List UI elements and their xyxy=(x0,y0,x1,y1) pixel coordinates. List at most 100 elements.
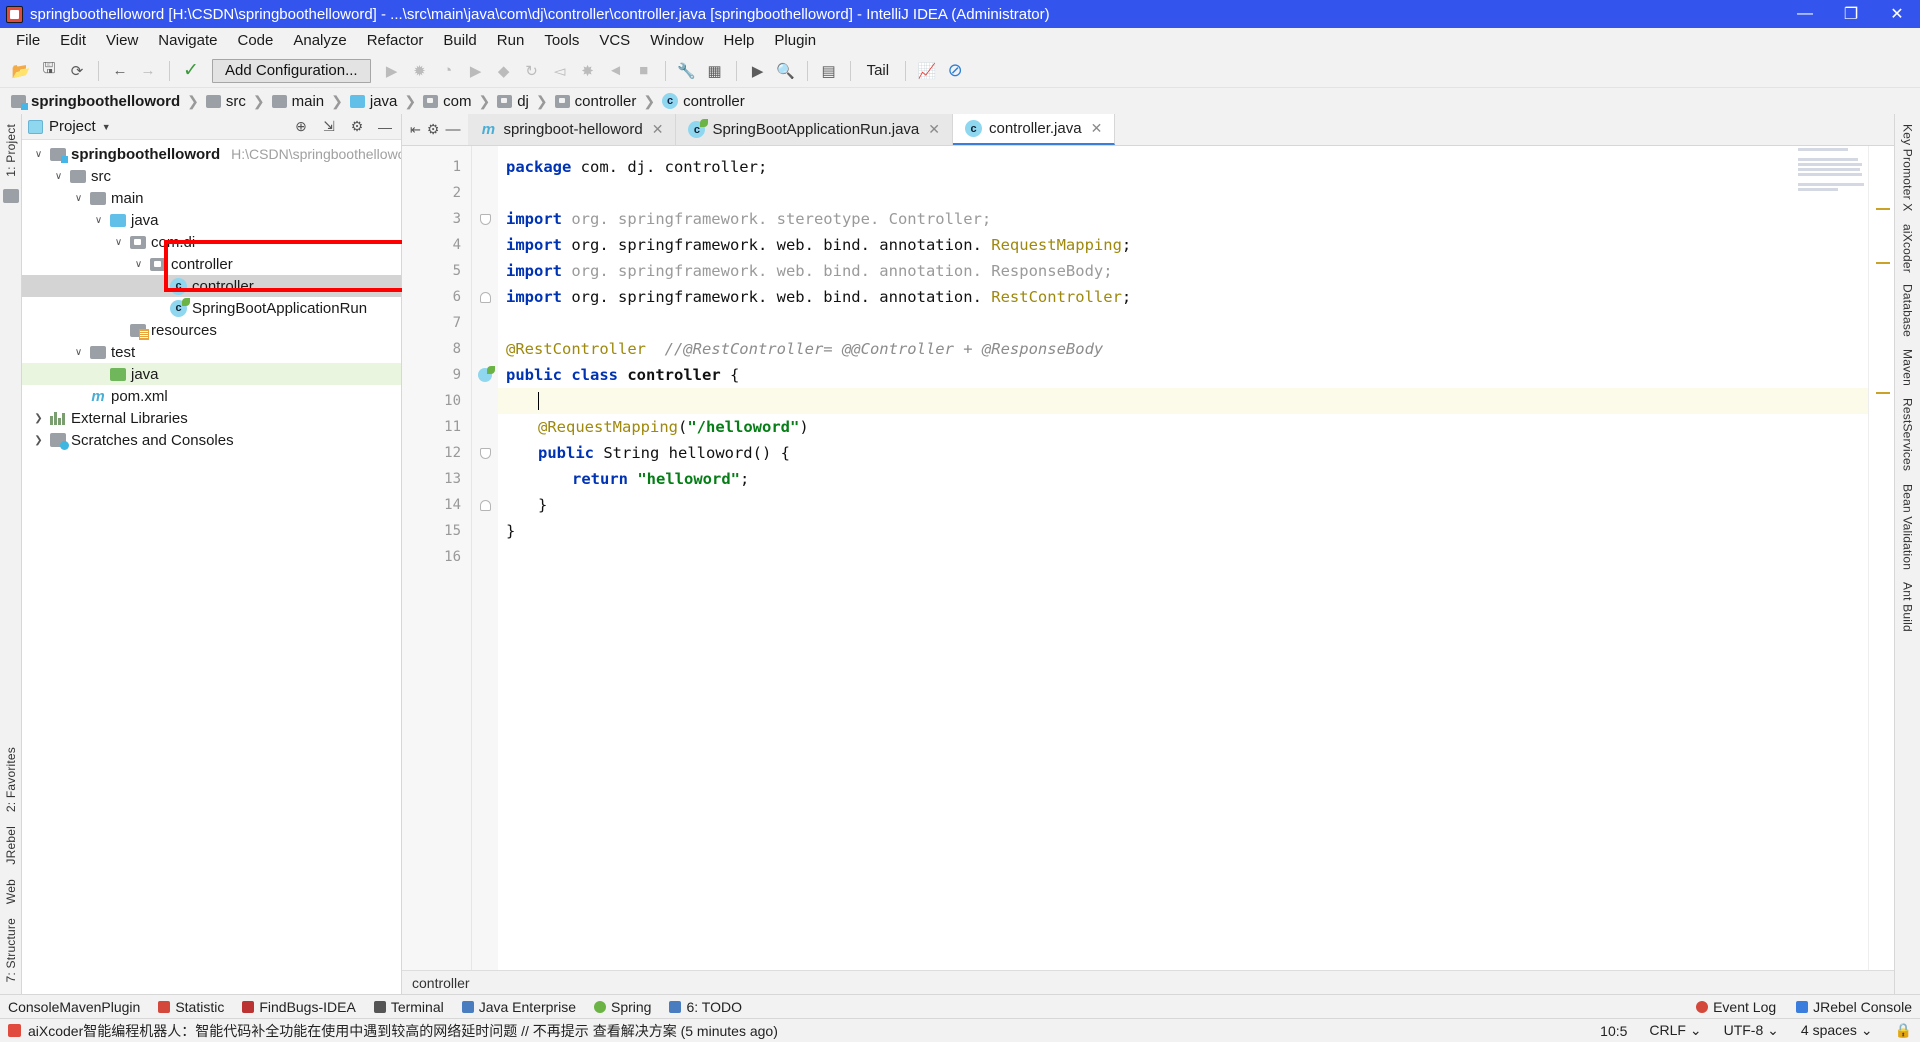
collapse-all-icon[interactable]: ⇲ xyxy=(319,117,339,137)
chevron-right-icon[interactable]: ❯ xyxy=(32,413,45,424)
stop-icon[interactable]: ■ xyxy=(631,58,657,84)
coverage-icon[interactable]: ◔ xyxy=(435,58,461,84)
tab-controller-java[interactable]: c controller.java ✕ xyxy=(953,114,1116,145)
sidebar-tab-key-promoter[interactable]: Key Promoter X xyxy=(1901,118,1915,218)
menu-refactor[interactable]: Refactor xyxy=(357,30,434,51)
chevron-down-icon[interactable]: ∨ xyxy=(52,171,65,182)
tree-node-controller-package[interactable]: ∨ controller xyxy=(22,253,401,275)
fold-icon[interactable] xyxy=(479,291,491,303)
status-message-group[interactable]: aiXcoder智能编程机器人：智能代码补全功能在使用中遇到较高的网络延时问题 … xyxy=(8,1021,778,1041)
breadcrumb-item-controller-class[interactable]: c controller xyxy=(659,93,748,110)
sidebar-tab-web[interactable]: Web xyxy=(4,873,18,910)
menu-build[interactable]: Build xyxy=(433,30,486,51)
menu-tools[interactable]: Tools xyxy=(534,30,589,51)
tree-node-module[interactable]: ∨ springboothelloword H:\CSDN\springboot… xyxy=(22,143,401,165)
open-folder-icon[interactable]: 📂 xyxy=(8,58,34,84)
run-icon[interactable]: ▶ xyxy=(379,58,405,84)
marker[interactable] xyxy=(1876,262,1890,264)
sidebar-tab-project[interactable]: 1: Project xyxy=(4,118,18,183)
build-icon[interactable]: ✓ xyxy=(178,58,204,84)
fold-icon[interactable] xyxy=(479,213,491,225)
breadcrumb-item-module[interactable]: springboothelloword xyxy=(8,93,183,110)
sidebar-tab-favorites[interactable]: 2: Favorites xyxy=(4,741,18,818)
close-icon[interactable]: ✕ xyxy=(928,121,940,138)
chevron-down-icon[interactable]: ∨ xyxy=(72,193,85,204)
tool-window-spring[interactable]: Spring xyxy=(594,999,651,1015)
block-icon[interactable]: ⊘ xyxy=(942,58,968,84)
terminal-icon[interactable]: ▶ xyxy=(745,58,771,84)
close-icon[interactable]: ✕ xyxy=(652,121,664,138)
tree-node-pom-xml[interactable]: ∨ m pom.xml xyxy=(22,385,401,407)
tool-window-todo[interactable]: 6: TODO xyxy=(669,999,742,1015)
locate-icon[interactable]: ⊕ xyxy=(291,117,311,137)
tree-node-test-java[interactable]: ∨ java xyxy=(22,363,401,385)
tree-node-java[interactable]: ∨ java xyxy=(22,209,401,231)
breadcrumb-item-controller-pkg[interactable]: controller xyxy=(552,93,640,110)
menu-file[interactable]: File xyxy=(6,30,50,51)
code-text[interactable]: package com. dj. controller; import org.… xyxy=(498,146,1868,970)
tree-node-springbootapplicationrun[interactable]: ∨ c SpringBootApplicationRun xyxy=(22,297,401,319)
minimize-button[interactable]: — xyxy=(1782,0,1828,28)
tool-window-consolemavenplugin[interactable]: ConsoleMavenPlugin xyxy=(8,999,140,1015)
maximize-button[interactable]: ❐ xyxy=(1828,0,1874,28)
fold-slot[interactable] xyxy=(472,362,498,388)
hide-icon[interactable]: — xyxy=(375,117,395,137)
run-gutter-icon[interactable] xyxy=(478,366,495,382)
tool-window-findbugs-idea[interactable]: FindBugs-IDEA xyxy=(242,999,356,1015)
save-icon[interactable]: 🖫 xyxy=(36,58,62,84)
close-button[interactable]: ✕ xyxy=(1874,0,1920,28)
debug-icon[interactable]: ✹ xyxy=(407,58,433,84)
menu-view[interactable]: View xyxy=(96,30,148,51)
encoding-selector[interactable]: UTF-8 ⌄ xyxy=(1724,1022,1779,1039)
tool-window-jrebel-console[interactable]: JRebel Console xyxy=(1796,999,1912,1015)
database-save-icon[interactable]: ▤ xyxy=(816,58,842,84)
fold-slot[interactable] xyxy=(472,206,498,232)
breadcrumb-item-src[interactable]: src xyxy=(203,93,249,110)
chevron-down-icon[interactable]: ∨ xyxy=(132,259,145,270)
menu-edit[interactable]: Edit xyxy=(50,30,96,51)
breadcrumb-item-com[interactable]: com xyxy=(420,93,474,110)
tab-springboot-helloword[interactable]: m springboot-helloword ✕ xyxy=(468,114,677,145)
chevron-down-icon[interactable]: ∨ xyxy=(112,237,125,248)
forward-arrow-icon[interactable]: → xyxy=(135,58,161,84)
jrebel-icon[interactable]: ◄ xyxy=(603,58,629,84)
tool-window-statistic[interactable]: Statistic xyxy=(158,999,224,1015)
menu-vcs[interactable]: VCS xyxy=(589,30,640,51)
structure-rail-icon[interactable] xyxy=(2,188,19,203)
breadcrumb-item-main[interactable]: main xyxy=(269,93,328,110)
lock-icon[interactable]: 🔒 xyxy=(1895,1022,1912,1039)
gear-icon[interactable]: ⚙ xyxy=(427,121,440,138)
breadcrumb-item-dj[interactable]: dj xyxy=(494,93,532,110)
tree-node-controller-class[interactable]: ∨ c controller xyxy=(22,275,401,297)
collapse-icon[interactable]: ⇤ xyxy=(410,122,421,138)
fold-slot[interactable] xyxy=(472,492,498,518)
line-separator-selector[interactable]: CRLF ⌄ xyxy=(1649,1022,1701,1039)
search-icon[interactable]: 🔍 xyxy=(773,58,799,84)
indent-selector[interactable]: 4 spaces ⌄ xyxy=(1801,1022,1873,1039)
chevron-down-icon[interactable]: ∨ xyxy=(72,347,85,358)
sidebar-tab-maven[interactable]: Maven xyxy=(1901,343,1915,392)
chevron-down-icon[interactable]: ▼ xyxy=(102,122,111,132)
tab-springbootapplicationrun[interactable]: c SpringBootApplicationRun.java ✕ xyxy=(676,114,953,145)
tree-node-resources[interactable]: ∨ resources xyxy=(22,319,401,341)
monitor-icon[interactable]: 📈 xyxy=(914,58,940,84)
project-structure-icon[interactable]: ▦ xyxy=(702,58,728,84)
project-panel-title-group[interactable]: Project ▼ xyxy=(28,118,111,135)
chevron-right-icon[interactable]: ❯ xyxy=(32,435,45,446)
sidebar-tab-bean-validation[interactable]: Bean Validation xyxy=(1901,478,1915,576)
tool-window-java-enterprise[interactable]: Java Enterprise xyxy=(461,999,576,1015)
tree-node-external-libraries[interactable]: ❯ External Libraries xyxy=(22,407,401,429)
tree-node-test[interactable]: ∨ test xyxy=(22,341,401,363)
hide-icon[interactable]: — xyxy=(445,121,460,138)
tool-window-event-log[interactable]: Event Log xyxy=(1696,999,1776,1015)
tree-node-com-di[interactable]: ∨ com.di xyxy=(22,231,401,253)
menu-plugin[interactable]: Plugin xyxy=(764,30,826,51)
back-arrow-icon[interactable]: ← xyxy=(107,58,133,84)
menu-help[interactable]: Help xyxy=(714,30,765,51)
editor-marker-stripe[interactable] xyxy=(1868,146,1894,970)
fold-icon[interactable] xyxy=(479,499,491,511)
sidebar-tab-aixcoder[interactable]: aiXcoder xyxy=(1901,218,1915,279)
menu-code[interactable]: Code xyxy=(227,30,283,51)
breadcrumb-item-java[interactable]: java xyxy=(347,93,401,110)
jrebel-debug-icon[interactable]: ✸ xyxy=(575,58,601,84)
